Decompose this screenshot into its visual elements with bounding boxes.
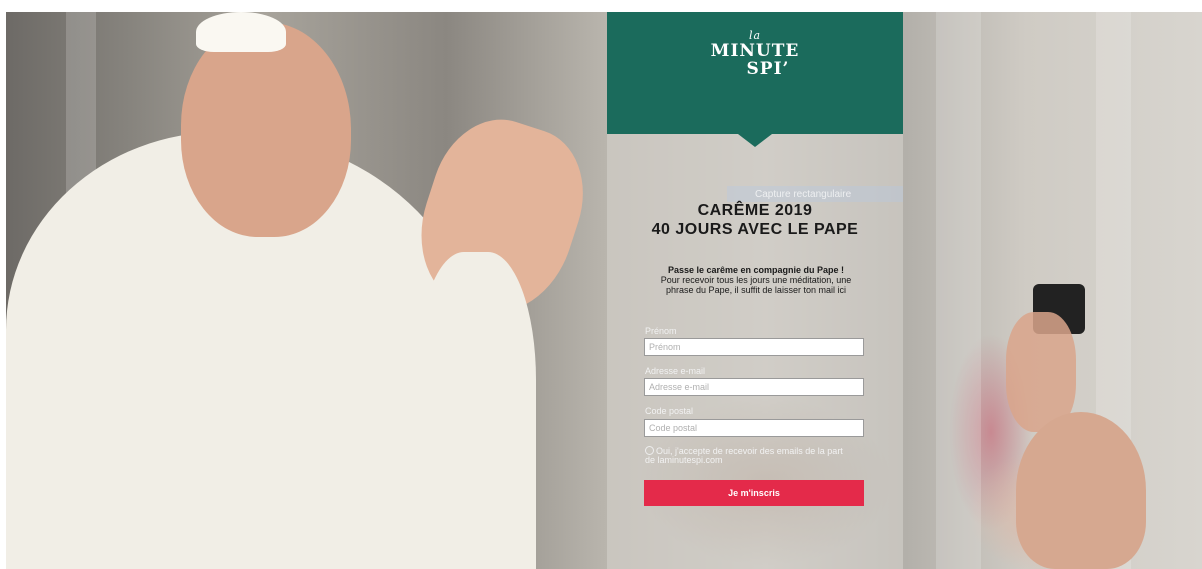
crowd-face [1016,412,1146,569]
intro-line-2: Pour recevoir tous les jours une méditat… [660,275,852,285]
email-input[interactable] [644,378,864,396]
intro-bold-line: Passe le carême en compagnie du Pape ! [667,265,845,275]
page-title: CARÊME 2019 40 JOURS AVEC LE PAPE [607,201,903,239]
logo-spi: SPI’ [746,59,790,79]
screen-capture-tooltip: Capture rectangulaire [755,189,852,200]
subscribe-button[interactable]: Je m'inscris [644,480,864,506]
intro-line-3: phrase du Pape, il suffit de laisser ton… [666,285,846,295]
title-line-2: 40 JOURS AVEC LE PAPE [651,221,859,238]
first-name-input[interactable] [644,338,864,356]
consent-radio-icon[interactable] [645,446,654,455]
panel-header: la MINUTE SPI’ [607,12,903,134]
email-label: Adresse e-mail [645,366,706,376]
pope-zucchetto [196,12,286,52]
consent-text-line-2: de laminutespi.com [645,455,723,465]
postal-code-label: Code postal [645,406,694,416]
postal-code-input[interactable] [644,419,864,437]
pope-sleeve [416,252,536,569]
consent-option[interactable]: Oui, j'accepte de recevoir des emails de… [645,446,867,465]
intro-text: Passe le carême en compagnie du Pape ! P… [640,265,872,295]
logo-minute: MINUTE [710,41,800,61]
la-minute-spi-logo: la MINUTE SPI’ [607,30,903,79]
background-column [936,12,981,569]
background-photo [6,12,1202,569]
title-line-1: CARÊME 2019 [697,202,813,219]
header-pointer [738,134,772,147]
first-name-label: Prénom [645,326,677,336]
pope-face [181,22,351,237]
